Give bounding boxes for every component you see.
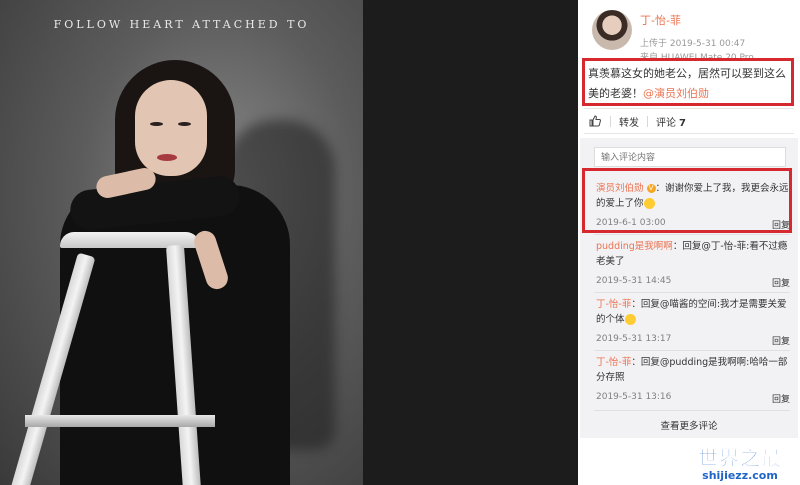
comment-time: 2019-5-31 14:45 [596, 276, 672, 286]
comment-count: 7 [679, 117, 686, 129]
comment-divider [594, 350, 790, 351]
model-eye-left [150, 122, 163, 126]
model-lips [157, 154, 177, 161]
highlight-box-comment [582, 168, 792, 233]
comment-divider [594, 410, 790, 411]
comment-author[interactable]: pudding是我啊啊 [596, 241, 673, 252]
divider [584, 133, 794, 134]
comment-item: 丁-怡-菲：回复@喵酱的空间:我才是需要关爱的个体 [596, 297, 792, 327]
watermark-cn: 世界之最 [698, 446, 782, 471]
comment-reply-button[interactable]: 回复 [772, 276, 790, 289]
post-header: 丁-怡-菲 上传于 2019-5-31 00:47 来自 HUAWEI Mate… [578, 0, 800, 58]
comment-time: 2019-5-31 13:16 [596, 392, 672, 402]
comment-button[interactable]: 评论 7 [656, 114, 686, 129]
thumbs-up-icon[interactable] [588, 114, 602, 128]
emoji-icon [624, 314, 636, 325]
model-face [135, 80, 207, 176]
highlight-box-post [582, 58, 794, 106]
comment-author[interactable]: 丁-怡-菲 [596, 357, 631, 368]
action-separator [647, 115, 648, 127]
avatar[interactable] [592, 10, 632, 50]
comment-divider [594, 292, 790, 293]
comment-input[interactable] [594, 147, 786, 167]
site-watermark-logo: 世界之最 shijiezz.com [684, 442, 796, 482]
more-comments-link[interactable]: 查看更多评论 [578, 418, 800, 432]
photo-caption: FOLLOW HEART ATTACHED TO [53, 18, 310, 31]
model-eye-right [178, 122, 191, 126]
action-separator [610, 115, 611, 127]
ladder-step [25, 415, 215, 427]
comment-time: 2019-5-31 13:17 [596, 334, 672, 344]
post-photo[interactable]: FOLLOW HEART ATTACHED TO [0, 0, 363, 485]
comment-author[interactable]: 丁-怡-菲 [596, 299, 631, 310]
post-actions: 转发 评论 7 [588, 113, 686, 129]
repost-button[interactable]: 转发 [619, 114, 639, 129]
comment-label: 评论 [656, 117, 676, 129]
post-username[interactable]: 丁-怡-菲 [640, 12, 681, 28]
post-device: 来自 HUAWEI Mate 20 Pro [640, 53, 754, 58]
comment-reply-button[interactable]: 回复 [772, 334, 790, 347]
comment-divider [594, 234, 790, 235]
divider [584, 108, 794, 109]
post-timestamp: 上传于 2019-5-31 00:47 [640, 39, 746, 49]
comment-reply-button[interactable]: 回复 [772, 392, 790, 405]
comment-item: 丁-怡-菲：回复@pudding是我啊啊:哈哈一部分存照 [596, 355, 792, 385]
comment-item: pudding是我啊啊：回复@丁-怡-菲:看不过瘾 老美了 [596, 239, 792, 269]
